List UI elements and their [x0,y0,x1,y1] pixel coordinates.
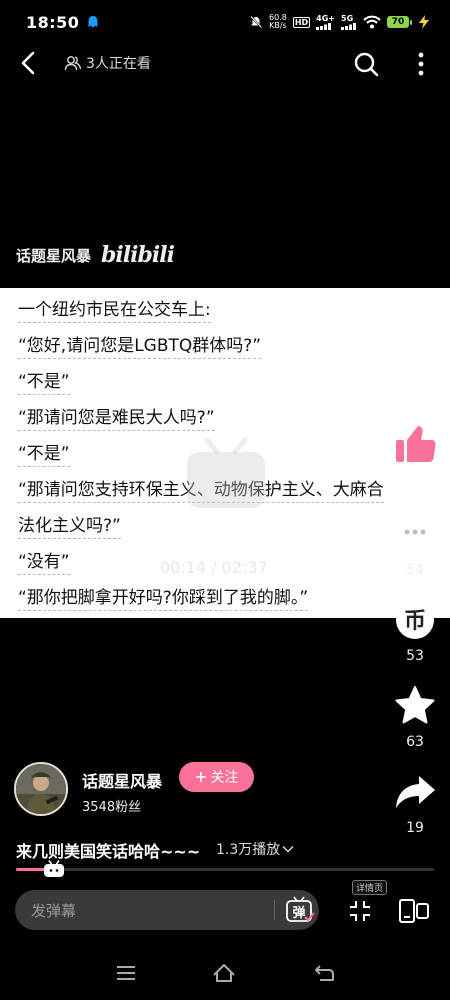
search-icon[interactable] [352,50,380,78]
battery-level: 70 [387,16,409,28]
uploader-avatar[interactable] [14,762,68,816]
video-text-line-content: 法化主义吗?” [18,516,121,539]
play-count[interactable]: 1.3万播放 [216,839,294,859]
follow-button[interactable]: 关注 [179,762,254,792]
video-title[interactable]: 来几则美国笑话哈哈~~~ [16,838,200,862]
danmaku-input[interactable]: 发弹幕 弹 [15,890,319,930]
status-bar: 18:50 60.8 KB/s HD 4G+ 5G 70 [0,0,450,44]
wifi-icon [363,15,381,29]
menu-icon[interactable] [114,962,138,984]
star-icon [395,686,435,724]
battery-indicator: 70 [387,16,412,28]
video-text-line: “那你把脚拿开好吗?你踩到了我的脚。” [18,580,440,616]
avatar-image [16,764,66,814]
home-icon[interactable] [212,962,236,984]
more-options-icon[interactable] [410,50,432,78]
details-page-label[interactable]: 详情页 [352,880,388,895]
video-text-line: “不是” [18,364,440,400]
signal-5g-label: 5G [341,13,354,23]
follow-label: 关注 [210,770,239,786]
signal-4g-label: 4G+ [316,13,335,23]
plus-icon [195,772,206,782]
play-count-label: 1.3万播放 [216,842,281,858]
uploader-name[interactable]: 话题星风暴 [82,768,162,792]
back-arrow-icon[interactable] [16,50,42,76]
video-text-line: 一个纽约市民在公交车上: [18,292,440,328]
video-text-line: 法化主义吗?” [18,508,440,544]
signal-bars-icon [316,22,332,30]
favorite-button[interactable]: 63 [390,684,440,750]
progress-thumb-tv-icon[interactable] [43,860,65,878]
hd-badge: HD [292,16,311,28]
fans-count: 3548粉丝 [82,800,142,815]
status-time: 18:50 [26,12,80,32]
tv-play-icon [187,438,265,508]
charging-bolt-icon [419,15,429,29]
people-icon [64,56,82,71]
danmaku-toggle-icon[interactable]: 弹 [285,896,315,924]
net-speed: 60.8 KB/s [269,14,287,30]
share-arrow-icon [396,776,435,808]
viewers-count: 3人正在看 [64,53,151,73]
video-text-line-content: “您好,请问您是LGBTQ群体吗?” [18,336,262,359]
signal-bars-icon [341,22,356,30]
video-text-line: “您好,请问您是LGBTQ群体吗?” [18,328,440,364]
video-text-line-content: “不是” [18,372,70,395]
coin-icon: 币 [396,601,434,639]
system-navigation-bar [0,958,450,988]
thumbs-up-icon [396,426,436,462]
danmaku-placeholder: 发弹幕 [31,901,77,920]
viewers-label: 3人正在看 [86,56,151,72]
video-text-line-content: “那你把脚拿开好吗?你踩到了我的脚。” [18,588,309,611]
signal-4g: 4G+ [316,13,335,30]
signal-5g: 5G [341,13,357,30]
screen-switch-icon[interactable] [398,896,430,926]
bilibili-logo: bilibili [101,242,175,268]
back-nav-icon[interactable] [312,962,336,984]
video-text-line-content: “那请问您是难民大人吗?” [18,408,215,431]
danmaku-toggle-label: 弹 [292,905,305,921]
comment-button[interactable]: 54 [390,512,440,578]
like-button[interactable] [390,422,440,472]
video-text-line: “那请问您是难民大人吗?” [18,400,440,436]
battery-tip [410,19,412,25]
video-player[interactable]: 一个纽约市民在公交车上: “您好,请问您是LGBTQ群体吗?” “不是” “那请… [0,288,450,618]
fullscreen-icon[interactable] [347,898,373,924]
coin-count: 53 [406,648,424,664]
comment-count: 54 [406,562,424,578]
share-button[interactable]: 19 [390,770,440,836]
video-text-line-content: “不是” [18,444,70,467]
share-count: 19 [406,820,424,836]
video-time-display: 00:14 / 02:37 [160,558,268,577]
watermark-channel-name: 话题星风暴 [16,246,92,265]
video-text-line-content: 一个纽约市民在公交车上: [18,300,211,323]
video-text-line-content: “没有” [18,552,70,575]
coin-button[interactable]: 币 53 [390,598,440,664]
progress-bar[interactable] [16,860,434,877]
status-indicators: 60.8 KB/s HD 4G+ 5G 70 [249,14,430,30]
net-speed-unit: KB/s [269,21,287,30]
notification-ghost-icon [88,16,98,28]
comment-bubble-icon [396,516,434,552]
top-nav: 3人正在看 [0,40,450,86]
svg-text:币: 币 [404,609,426,634]
danmaku-divider [274,900,275,920]
favorite-count: 63 [406,734,424,750]
mute-bell-icon [250,15,263,29]
video-watermark: 话题星风暴 bilibili [16,242,175,268]
chevron-down-icon [282,845,294,853]
